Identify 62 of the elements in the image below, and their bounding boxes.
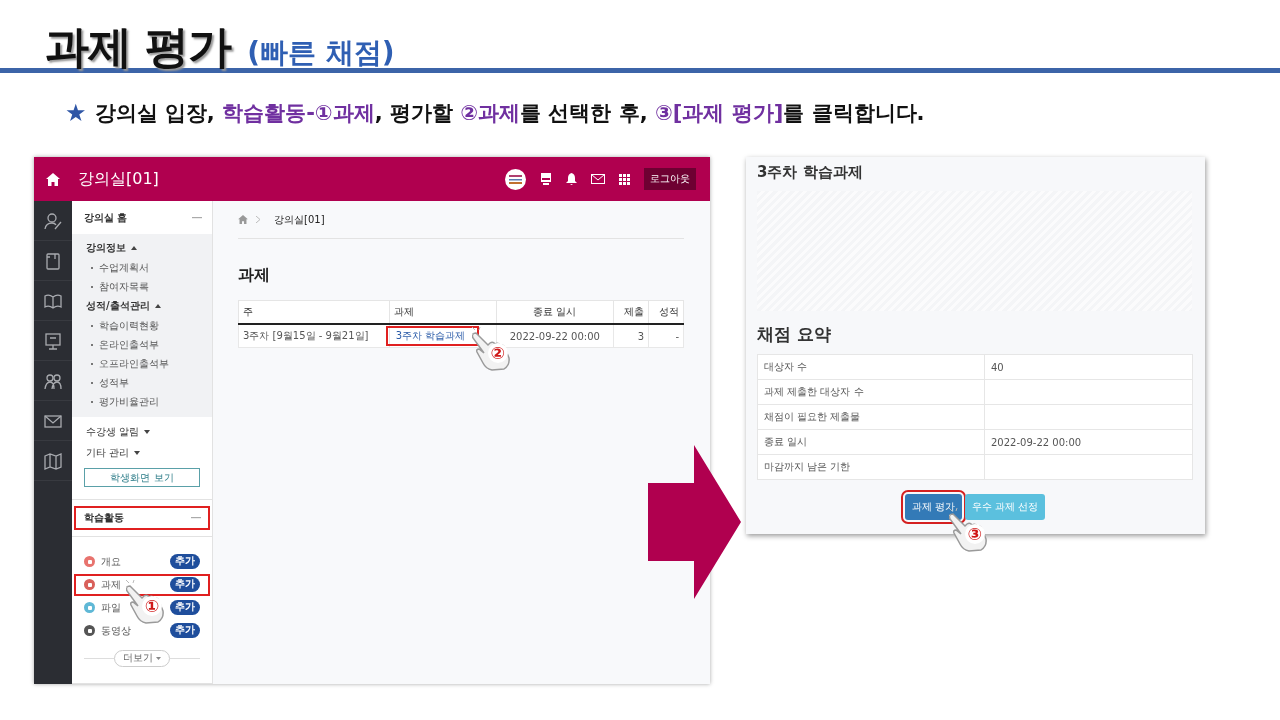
breadcrumb-link[interactable]: 강의실[01] [274, 212, 325, 227]
menu-item[interactable]: 오프라인출석부 [99, 356, 169, 371]
menu-group[interactable]: 강의정보 [86, 241, 126, 256]
people-icon[interactable] [44, 371, 62, 390]
activity-item[interactable]: 동영상 [101, 624, 164, 638]
slide-subtitle: (빠른 채점) [247, 35, 395, 71]
instruction-text: 강의실 입장, 학습활동-①과제, 평가할 ②과제를 선택한 후, ③[과제 평가]를 클릭합니다. [94, 100, 925, 127]
step-number: ① [142, 596, 162, 616]
menu-item[interactable]: 평가비율관리 [99, 394, 159, 409]
add-button[interactable]: 추가 [170, 600, 200, 616]
person-edit-icon[interactable] [44, 211, 62, 230]
add-button[interactable]: 추가 [170, 554, 200, 570]
menu-group[interactable]: 성적/출석관리 [86, 299, 150, 314]
slide-title: 과제 평가 [45, 20, 232, 74]
add-button[interactable]: 추가 [170, 623, 200, 639]
table-cell: 2022-09-22 00:00 [984, 429, 1193, 455]
table-cell: 3주차 [9월15일 - 9월21일] [238, 324, 390, 348]
student-view-button[interactable]: 학생화면 보기 [84, 468, 200, 488]
apps-grid-icon[interactable] [619, 173, 630, 185]
home-icon[interactable] [46, 172, 60, 186]
column-header: 주 [238, 300, 390, 324]
more-button[interactable]: 더보기 [114, 650, 170, 667]
table-cell: 채점이 필요한 제출물 [757, 404, 985, 430]
menu-group[interactable]: 기타 관리 [86, 446, 130, 461]
table-cell: 3 [613, 324, 649, 348]
column-header: 제출 [613, 300, 649, 324]
mail-icon[interactable] [591, 174, 605, 184]
table-cell: 과제 제출한 대상자 수 [757, 379, 985, 405]
table-cell: 마감까지 남은 기한 [757, 454, 985, 480]
activity-item[interactable]: 과제 [101, 578, 164, 592]
table-cell: 40 [984, 354, 1193, 380]
bell-icon[interactable] [566, 173, 577, 185]
column-header: 종료 일시 [496, 300, 614, 324]
activity-item[interactable]: 개요 [101, 555, 164, 569]
section-heading: 채점 요약 [757, 323, 832, 346]
chevron-icon [256, 216, 260, 223]
section-title[interactable]: 강의실 홈 [84, 210, 128, 225]
column-header: 과제 [389, 300, 496, 324]
assignment-title: 3주차 학습과제 [757, 163, 864, 183]
caret-icon [156, 657, 161, 660]
map-icon[interactable] [44, 451, 62, 470]
notebook-icon[interactable] [44, 251, 62, 270]
profile-avatar[interactable] [505, 168, 526, 190]
menu-item[interactable]: 학습이력현황 [99, 318, 159, 333]
logout-button[interactable]: 로그아웃 [644, 168, 696, 190]
table-cell: 종료 일시 [757, 429, 985, 455]
menu-item[interactable]: 수업계획서 [99, 260, 149, 275]
star-icon: ★ [65, 99, 87, 127]
table-cell: - [648, 324, 684, 348]
menu-item[interactable]: 온라인출석부 [99, 337, 159, 352]
presentation-icon[interactable] [44, 331, 62, 350]
monitor-icon[interactable] [540, 173, 552, 185]
menu-item[interactable]: 성적부 [99, 375, 129, 390]
menu-group[interactable]: 수강생 알림 [86, 425, 140, 440]
page-heading: 과제 [238, 265, 271, 286]
column-header: 성적 [648, 300, 684, 324]
add-button[interactable]: 추가 [170, 577, 200, 593]
course-title: 강의실[01] [78, 168, 160, 190]
section-title[interactable]: 학습활동 [84, 511, 124, 526]
table-cell: 대상자 수 [757, 354, 985, 380]
right-arrow-icon [648, 445, 741, 599]
menu-item[interactable]: 참여자목록 [99, 279, 149, 294]
